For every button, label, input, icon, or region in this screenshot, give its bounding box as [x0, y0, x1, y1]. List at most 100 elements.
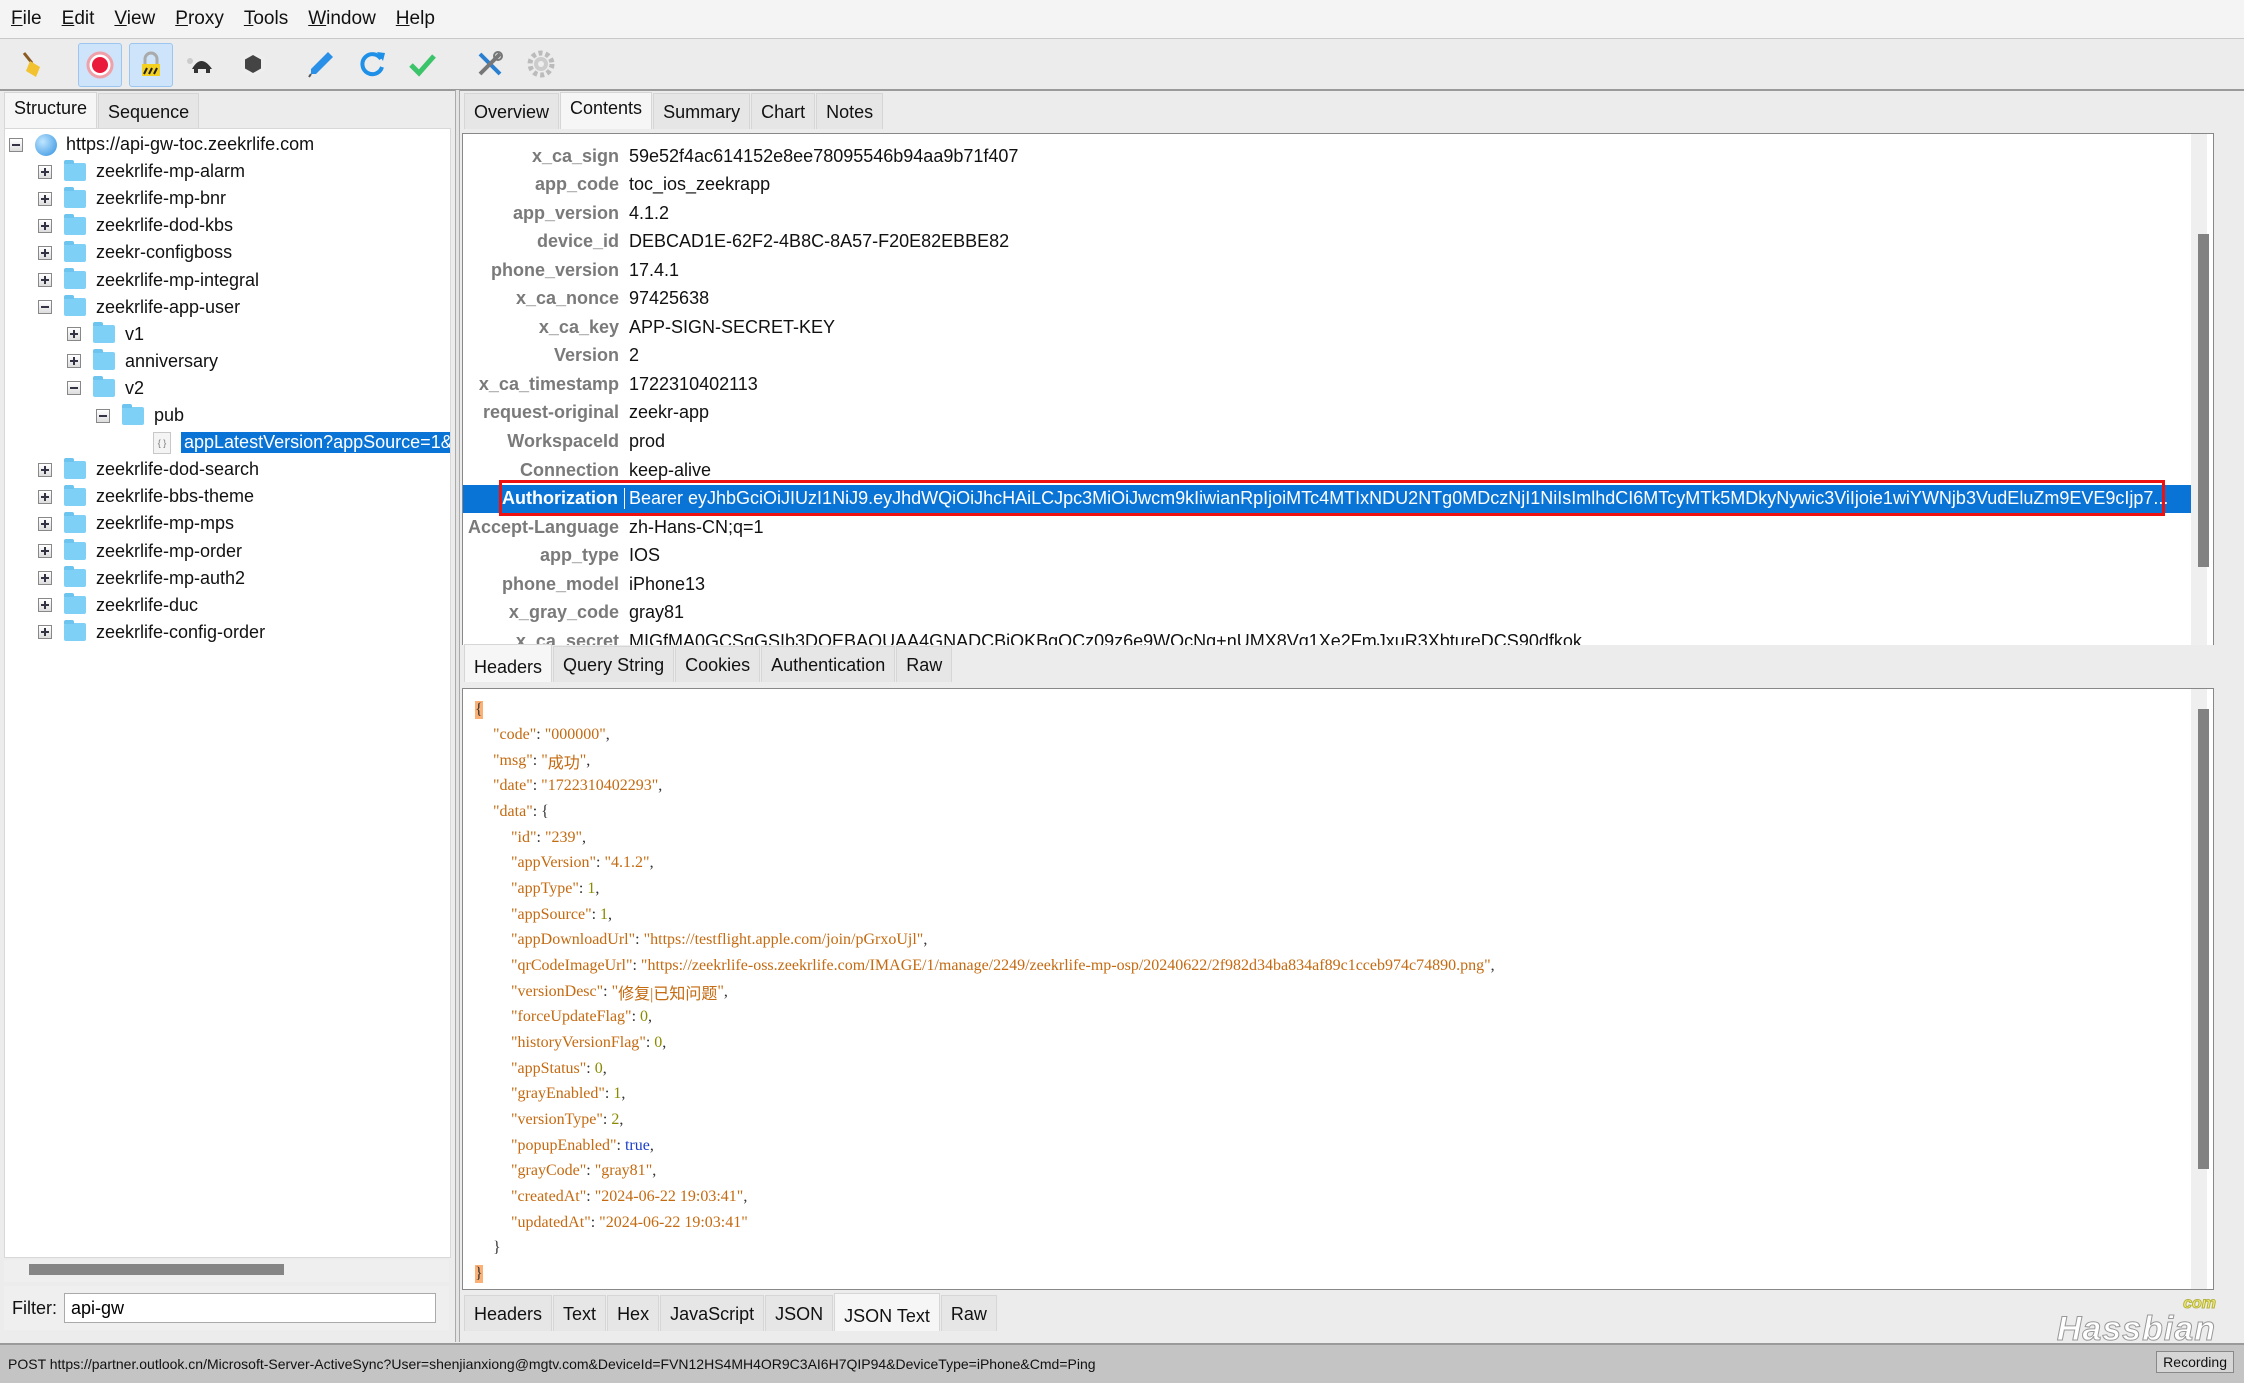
- headers-vertical-scrollbar[interactable]: [2191, 134, 2209, 645]
- expand-toggle[interactable]: [38, 571, 52, 586]
- header-row[interactable]: app_type IOS: [463, 542, 2201, 570]
- tree-item[interactable]: zeekrlife-mp-order: [38, 538, 242, 565]
- tree-root[interactable]: https://api-gw-toc.zeekrlife.com: [9, 131, 314, 158]
- header-row[interactable]: Accept-Language zh-Hans-CN;q=1: [463, 513, 2201, 541]
- tab-structure[interactable]: Structure: [4, 92, 98, 129]
- header-row[interactable]: x_ca_secret MIGfMA0GCSqGSIb3DQEBAQUAA4GNA…: [463, 627, 2201, 645]
- header-row[interactable]: x_gray_code gray81: [463, 599, 2201, 627]
- response-tab-headers[interactable]: Headers: [464, 1295, 553, 1331]
- tree-item[interactable]: zeekr-configboss: [38, 239, 232, 266]
- ssl-proxying-button[interactable]: [129, 43, 173, 87]
- expand-toggle[interactable]: [38, 598, 52, 613]
- header-row[interactable]: WorkspaceId prod: [463, 428, 2201, 456]
- header-row[interactable]: Authorization Bearer eyJhbGciOiJIUzI1NiJ9…: [463, 484, 2201, 513]
- tree-item-label: v1: [125, 323, 145, 344]
- expand-toggle[interactable]: [38, 544, 52, 558]
- tree-item[interactable]: pub: [96, 402, 184, 429]
- body-scroll-thumb[interactable]: [2198, 709, 2209, 1169]
- header-row[interactable]: x_ca_timestamp 1722310402113: [463, 370, 2201, 398]
- tree-item[interactable]: v2: [67, 375, 144, 402]
- header-row[interactable]: x_ca_sign 59e52f4ac614152e8ee78095546b94a…: [463, 142, 2201, 170]
- tab-sequence[interactable]: Sequence: [98, 93, 200, 129]
- menu-proxy[interactable]: Proxy: [175, 8, 224, 30]
- request-tab-cookies[interactable]: Cookies: [675, 646, 761, 682]
- expand-toggle[interactable]: [38, 625, 52, 640]
- header-row[interactable]: x_ca_key APP-SIGN-SECRET-KEY: [463, 313, 2201, 341]
- expand-toggle[interactable]: [38, 462, 52, 477]
- menu-file[interactable]: File: [11, 8, 42, 30]
- expand-toggle[interactable]: [38, 191, 52, 206]
- tree-scroll-thumb[interactable]: [29, 1264, 284, 1275]
- tree-item[interactable]: zeekrlife-bbs-theme: [38, 483, 254, 510]
- tree-item[interactable]: v1: [67, 321, 144, 348]
- record-button[interactable]: [78, 43, 122, 87]
- collapse-toggle[interactable]: [9, 137, 23, 152]
- tree-item[interactable]: zeekrlife-duc: [38, 592, 198, 619]
- expand-toggle[interactable]: [38, 489, 52, 504]
- tab-contents[interactable]: Contents: [560, 92, 653, 129]
- header-row[interactable]: phone_model iPhone13: [463, 570, 2201, 598]
- settings-button[interactable]: [520, 43, 562, 85]
- menu-help[interactable]: Help: [396, 8, 435, 30]
- menu-view[interactable]: View: [114, 8, 155, 30]
- expand-toggle[interactable]: [38, 164, 52, 179]
- expand-toggle[interactable]: [67, 327, 81, 342]
- repeat-button[interactable]: [351, 43, 393, 85]
- expand-toggle[interactable]: [38, 273, 52, 287]
- tab-summary[interactable]: Summary: [653, 93, 751, 129]
- response-tab-json[interactable]: JSON: [765, 1295, 834, 1331]
- header-row[interactable]: x_ca_nonce 97425638: [463, 285, 2201, 313]
- body-vertical-scrollbar[interactable]: [2191, 689, 2209, 1289]
- expand-toggle[interactable]: [38, 245, 52, 260]
- expand-toggle[interactable]: [67, 354, 81, 369]
- response-tab-hex[interactable]: Hex: [607, 1295, 660, 1331]
- tools-button[interactable]: [469, 43, 511, 85]
- menu-tools[interactable]: Tools: [244, 8, 288, 30]
- expand-toggle[interactable]: [38, 516, 52, 531]
- header-row[interactable]: device_id DEBCAD1E-62F2-4B8C-8A57-F20E82E…: [463, 228, 2201, 256]
- tree-item[interactable]: zeekrlife-mp-alarm: [38, 158, 245, 185]
- menu-window[interactable]: Window: [308, 8, 376, 30]
- tree-item[interactable]: zeekrlife-app-user: [38, 294, 240, 321]
- header-row[interactable]: request-original zeekr-app: [463, 399, 2201, 427]
- response-tab-javascript[interactable]: JavaScript: [660, 1295, 765, 1331]
- validate-button[interactable]: [401, 43, 443, 85]
- tree-item[interactable]: anniversary: [67, 348, 218, 375]
- tree-item[interactable]: { } appLatestVersion?appSource=1&a: [153, 429, 450, 456]
- tree-horizontal-scrollbar[interactable]: [4, 1260, 449, 1282]
- collapse-toggle[interactable]: [67, 381, 81, 396]
- tree-item-label: zeekrlife-mp-alarm: [96, 161, 246, 182]
- tab-overview[interactable]: Overview: [464, 93, 560, 129]
- response-tab-raw[interactable]: Raw: [940, 1295, 997, 1331]
- filter-input[interactable]: [64, 1293, 436, 1323]
- tree-item[interactable]: zeekrlife-mp-bnr: [38, 185, 226, 212]
- tree-item[interactable]: zeekrlife-mp-integral: [38, 267, 259, 294]
- tree-item[interactable]: zeekrlife-mp-auth2: [38, 565, 245, 592]
- header-row[interactable]: Version 2: [463, 342, 2201, 370]
- header-row[interactable]: phone_version 17.4.1: [463, 256, 2201, 284]
- clear-session-button[interactable]: [12, 43, 54, 85]
- tab-chart[interactable]: Chart: [751, 93, 816, 129]
- header-row[interactable]: Connection keep-alive: [463, 456, 2201, 484]
- response-tab-json-text[interactable]: JSON Text: [834, 1293, 940, 1331]
- collapse-toggle[interactable]: [38, 300, 52, 315]
- breakpoints-button[interactable]: [232, 43, 274, 85]
- tab-notes[interactable]: Notes: [816, 93, 884, 129]
- request-tab-headers[interactable]: Headers: [464, 644, 553, 682]
- tree-item[interactable]: zeekrlife-dod-kbs: [38, 212, 233, 239]
- throttle-button[interactable]: [180, 43, 222, 85]
- menu-edit[interactable]: Edit: [62, 8, 95, 30]
- headers-scroll-thumb[interactable]: [2198, 234, 2209, 567]
- compose-button[interactable]: [300, 43, 342, 85]
- tree-item[interactable]: zeekrlife-mp-mps: [38, 510, 234, 537]
- tree-item[interactable]: zeekrlife-config-order: [38, 619, 265, 646]
- collapse-toggle[interactable]: [96, 408, 110, 423]
- request-tab-query-string[interactable]: Query String: [553, 646, 675, 682]
- request-tab-authentication[interactable]: Authentication: [761, 646, 896, 682]
- header-row[interactable]: app_version 4.1.2: [463, 199, 2201, 227]
- expand-toggle[interactable]: [38, 218, 52, 233]
- tree-item[interactable]: zeekrlife-dod-search: [38, 456, 259, 483]
- response-tab-text[interactable]: Text: [553, 1295, 607, 1331]
- request-tab-raw[interactable]: Raw: [896, 646, 953, 682]
- header-row[interactable]: app_code toc_ios_zeekrapp: [463, 171, 2201, 199]
